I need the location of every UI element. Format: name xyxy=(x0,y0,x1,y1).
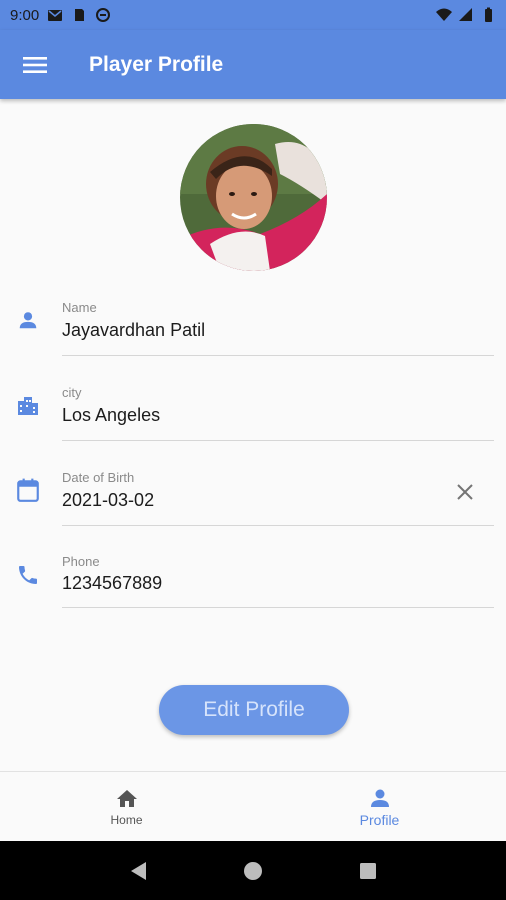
sync-icon xyxy=(96,8,111,22)
recents-icon xyxy=(360,862,377,879)
menu-icon xyxy=(23,56,47,73)
calendar-icon xyxy=(14,476,42,504)
city-label: city xyxy=(62,385,82,400)
phone-value: 1234567889 xyxy=(62,573,163,593)
person-icon xyxy=(370,789,389,807)
nav-profile-label: Profile xyxy=(359,811,400,828)
close-icon xyxy=(457,484,473,500)
home-circle-icon xyxy=(243,861,262,880)
phone-underline xyxy=(62,607,494,608)
status-bar: 9:00 xyxy=(0,0,506,30)
phone-label: Phone xyxy=(62,554,100,569)
dob-underline xyxy=(62,525,494,526)
person-icon xyxy=(14,306,42,334)
recents-button[interactable] xyxy=(354,857,382,885)
menu-button[interactable] xyxy=(0,30,70,99)
bottom-nav: Home Profile xyxy=(0,771,506,841)
home-system-button[interactable] xyxy=(239,857,267,885)
avatar xyxy=(180,124,327,271)
back-button[interactable] xyxy=(124,857,152,885)
sd-card-icon xyxy=(75,9,85,21)
wifi-icon xyxy=(436,8,452,21)
dob-value: 2021-03-02 xyxy=(62,490,155,510)
name-field[interactable]: Name Jayavardhan Patil xyxy=(0,296,506,380)
nav-home-label: Home xyxy=(110,812,143,827)
city-icon xyxy=(14,391,42,419)
back-icon xyxy=(130,861,146,880)
name-label: Name xyxy=(62,300,97,315)
status-time: 9:00 xyxy=(10,6,40,24)
profile-photo xyxy=(180,124,327,271)
phone-icon xyxy=(14,561,42,589)
phone-field[interactable]: Phone 1234567889 xyxy=(0,551,506,635)
city-field[interactable]: city Los Angeles xyxy=(0,381,506,465)
gmail-icon xyxy=(48,10,63,21)
home-icon xyxy=(116,789,137,807)
nav-profile[interactable]: Profile xyxy=(253,772,506,841)
name-underline xyxy=(62,355,494,356)
system-nav-bar xyxy=(0,841,506,900)
dob-label: Date of Birth xyxy=(62,470,135,485)
battery-icon xyxy=(485,7,492,22)
dob-field[interactable]: Date of Birth 2021-03-02 xyxy=(0,466,506,550)
city-underline xyxy=(62,440,494,441)
edit-profile-button[interactable]: Edit Profile xyxy=(159,685,349,735)
signal-icon xyxy=(459,8,472,21)
city-value: Los Angeles xyxy=(62,405,161,425)
page-title: Player Profile xyxy=(89,52,224,76)
nav-home[interactable]: Home xyxy=(0,772,253,841)
clear-date-button[interactable] xyxy=(450,477,480,507)
app-bar: Player Profile xyxy=(0,30,506,99)
name-value: Jayavardhan Patil xyxy=(62,320,206,340)
